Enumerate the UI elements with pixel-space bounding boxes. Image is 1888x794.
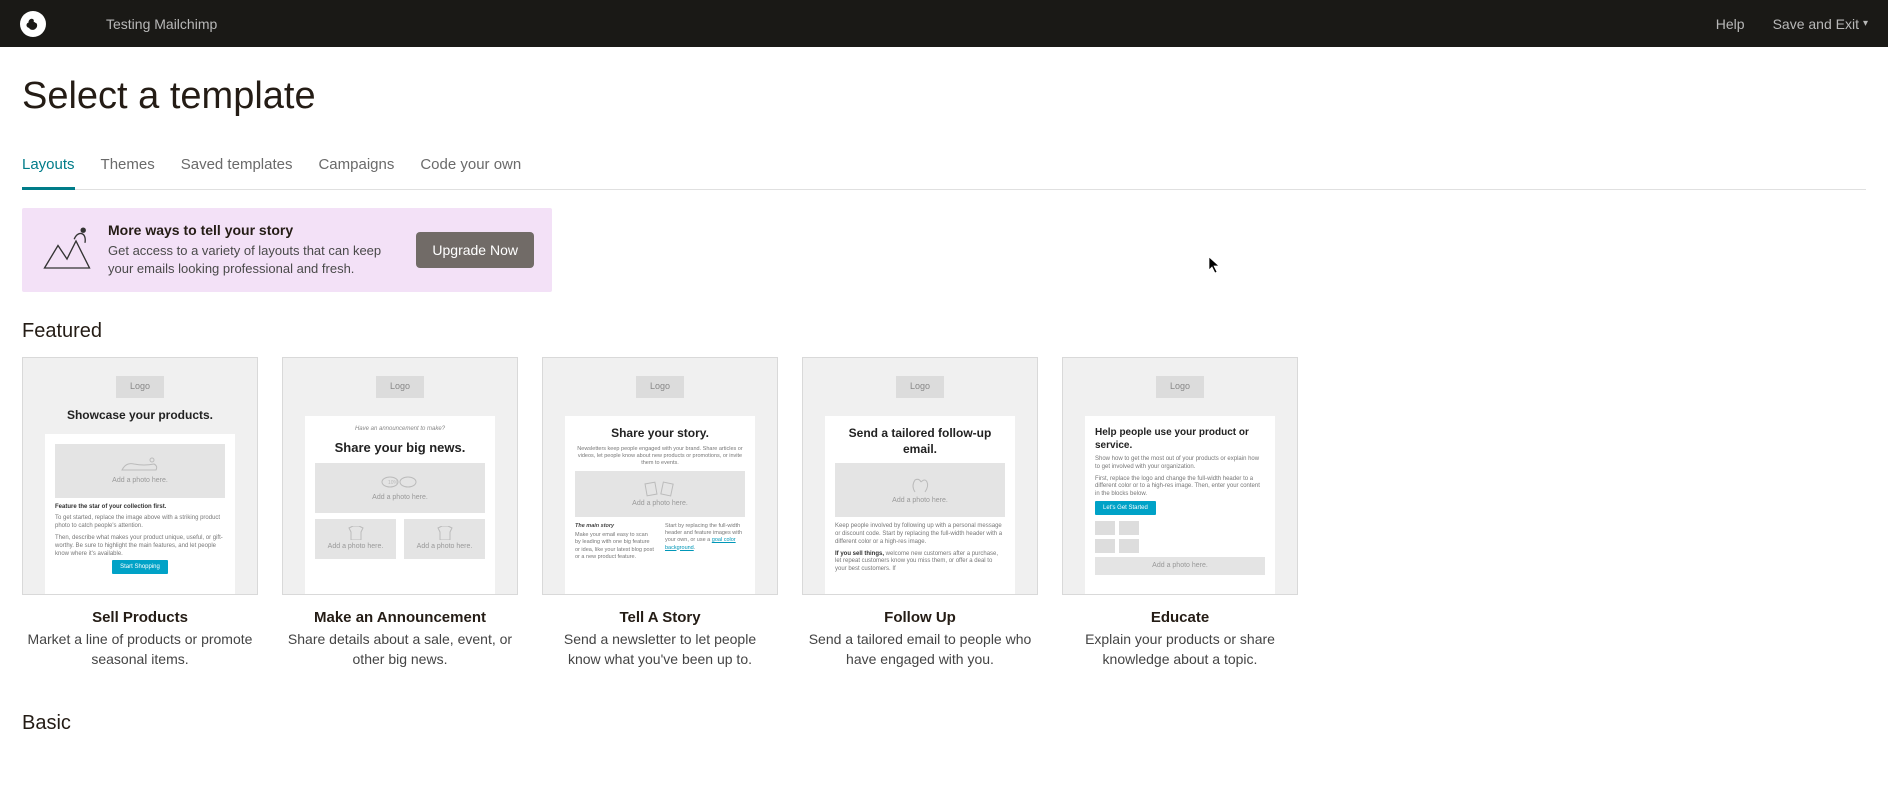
promo-description: Get access to a variety of layouts that … bbox=[108, 242, 402, 278]
template-description: Send a newsletter to let people know wha… bbox=[542, 630, 778, 669]
template-thumbnail[interactable]: Logo Send a tailored follow-up email. Ad… bbox=[802, 357, 1038, 595]
wave-hand-icon bbox=[907, 476, 933, 494]
svg-text:10%: 10% bbox=[388, 480, 399, 486]
thumb-logo-chip: Logo bbox=[1156, 376, 1204, 398]
upgrade-promo-banner: More ways to tell your story Get access … bbox=[22, 208, 552, 292]
section-title-featured: Featured bbox=[22, 320, 1866, 343]
tab-layouts[interactable]: Layouts bbox=[22, 148, 75, 190]
tshirt-icon bbox=[434, 526, 456, 540]
template-card-follow-up: Logo Send a tailored follow-up email. Ad… bbox=[802, 357, 1038, 669]
thumb-logo-chip: Logo bbox=[376, 376, 424, 398]
thumb-logo-chip: Logo bbox=[636, 376, 684, 398]
section-title-basic: Basic bbox=[22, 712, 1866, 735]
shoe-icon bbox=[120, 456, 160, 474]
tab-campaigns[interactable]: Campaigns bbox=[318, 148, 394, 189]
template-thumbnail[interactable]: Logo Share your story. Newsletters keep … bbox=[542, 357, 778, 595]
template-description: Market a line of products or promote sea… bbox=[22, 630, 258, 669]
template-card-make-announcement: Logo Have an announcement to make? Share… bbox=[282, 357, 518, 669]
megaphone-icon: 10% bbox=[378, 473, 422, 491]
promo-title: More ways to tell your story bbox=[108, 222, 402, 238]
template-title: Tell A Story bbox=[619, 609, 700, 626]
upgrade-now-button[interactable]: Upgrade Now bbox=[416, 232, 534, 268]
template-description: Explain your products or share knowledge… bbox=[1062, 630, 1298, 669]
tabs: Layouts Themes Saved templates Campaigns… bbox=[22, 148, 1866, 190]
tab-code-your-own[interactable]: Code your own bbox=[420, 148, 521, 189]
tab-saved-templates[interactable]: Saved templates bbox=[181, 148, 293, 189]
template-card-tell-a-story: Logo Share your story. Newsletters keep … bbox=[542, 357, 778, 669]
featured-cards-row: Logo Showcase your products. Add a photo… bbox=[22, 357, 1866, 669]
thumb-logo-chip: Logo bbox=[116, 376, 164, 398]
workspace-name: Testing Mailchimp bbox=[106, 16, 217, 32]
template-description: Share details about a sale, event, or ot… bbox=[282, 630, 518, 669]
template-title: Follow Up bbox=[884, 609, 956, 626]
promo-illustration-icon bbox=[40, 223, 94, 277]
mailchimp-logo-icon[interactable] bbox=[20, 11, 46, 37]
page-title: Select a template bbox=[22, 75, 1866, 118]
template-thumbnail[interactable]: Logo Help people use your product or ser… bbox=[1062, 357, 1298, 595]
grid-icon bbox=[1095, 521, 1139, 553]
template-title: Make an Announcement bbox=[314, 609, 486, 626]
top-bar: Testing Mailchimp Help Save and Exit ▾ bbox=[0, 0, 1888, 47]
map-icon bbox=[642, 481, 678, 497]
chevron-down-icon: ▾ bbox=[1863, 18, 1868, 29]
tab-themes[interactable]: Themes bbox=[101, 148, 155, 189]
template-description: Send a tailored email to people who have… bbox=[802, 630, 1038, 669]
help-link[interactable]: Help bbox=[1716, 16, 1745, 32]
template-thumbnail[interactable]: Logo Have an announcement to make? Share… bbox=[282, 357, 518, 595]
template-title: Sell Products bbox=[92, 609, 188, 626]
save-and-exit-link[interactable]: Save and Exit ▾ bbox=[1773, 16, 1868, 32]
template-title: Educate bbox=[1151, 609, 1209, 626]
template-card-educate: Logo Help people use your product or ser… bbox=[1062, 357, 1298, 669]
template-card-sell-products: Logo Showcase your products. Add a photo… bbox=[22, 357, 258, 669]
tshirt-icon bbox=[345, 526, 367, 540]
thumb-logo-chip: Logo bbox=[896, 376, 944, 398]
template-thumbnail[interactable]: Logo Showcase your products. Add a photo… bbox=[22, 357, 258, 595]
